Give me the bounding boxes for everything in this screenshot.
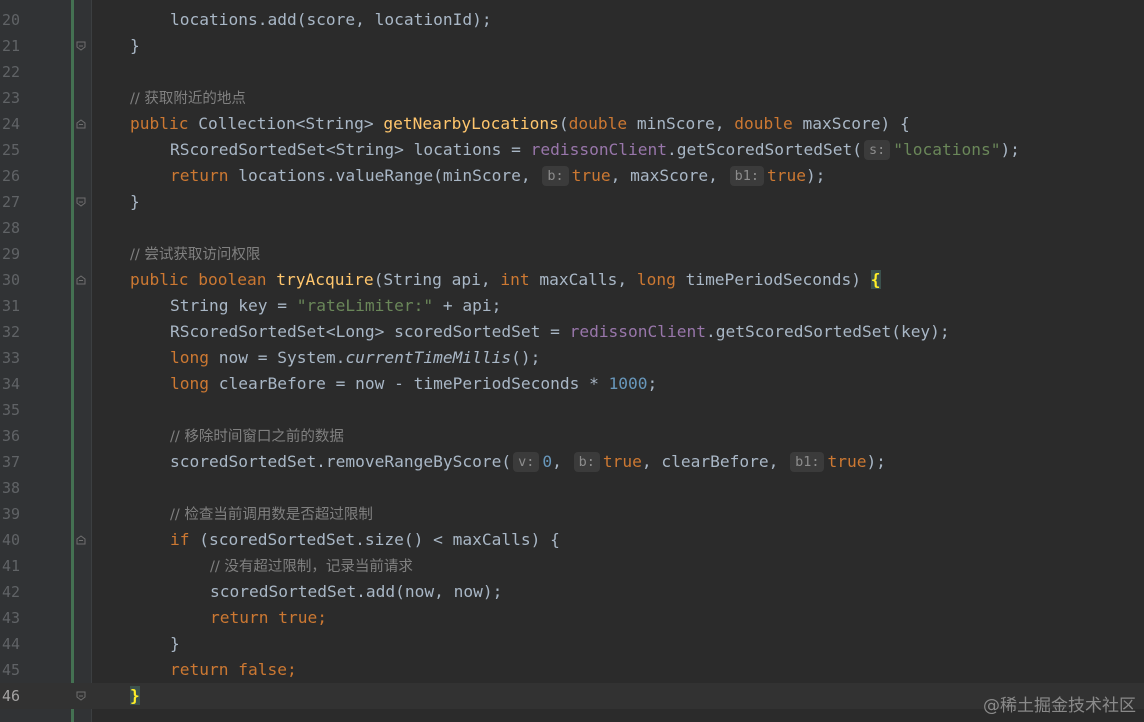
code-line[interactable]: 44 } <box>0 631 1144 657</box>
line-number: 28 <box>1 219 20 237</box>
code-line-current[interactable]: 46 } <box>0 683 1144 709</box>
line-number: 45 <box>1 661 20 679</box>
line-number: 46 <box>1 687 20 705</box>
code-line[interactable]: 26 return locations.valueRange(minScore,… <box>0 163 1144 189</box>
code-comment: // 没有超过限制，记录当前请求 <box>210 559 413 575</box>
line-number: 35 <box>1 401 20 419</box>
code-text: } <box>130 36 140 55</box>
code-comment: // 移除时间窗口之前的数据 <box>170 429 344 445</box>
code-text: long now = System.currentTimeMillis(); <box>170 348 541 367</box>
code-line[interactable]: 24 public Collection<String> getNearbyLo… <box>0 111 1144 137</box>
code-line[interactable]: 27 } <box>0 189 1144 215</box>
line-number: 22 <box>1 63 20 81</box>
line-number: 25 <box>1 141 20 159</box>
code-text: long clearBefore = now - timePeriodSecon… <box>170 374 658 393</box>
line-number: 32 <box>1 323 20 341</box>
code-line[interactable]: 39 // 检查当前调用数是否超过限制 <box>0 501 1144 527</box>
code-text: locations.add(score, locationId); <box>170 10 492 29</box>
code-line[interactable]: 20 locations.add(score, locationId); <box>0 7 1144 33</box>
code-line[interactable]: 42 scoredSortedSet.add(now, now); <box>0 579 1144 605</box>
code-line[interactable]: 37 scoredSortedSet.removeRangeByScore(v:… <box>0 449 1144 475</box>
code-text: public Collection<String> getNearbyLocat… <box>130 114 910 133</box>
code-text: scoredSortedSet.add(now, now); <box>210 582 503 601</box>
line-number: 42 <box>1 583 20 601</box>
line-number: 24 <box>1 115 20 133</box>
code-line[interactable]: 32 RScoredSortedSet<Long> scoredSortedSe… <box>0 319 1144 345</box>
code-line[interactable]: 33 long now = System.currentTimeMillis()… <box>0 345 1144 371</box>
line-number: 33 <box>1 349 20 367</box>
fold-end-icon[interactable] <box>76 691 86 701</box>
code-text: } <box>130 683 140 709</box>
code-line[interactable]: 29 // 尝试获取访问权限 <box>0 241 1144 267</box>
line-number: 36 <box>1 427 20 445</box>
code-text: RScoredSortedSet<Long> scoredSortedSet =… <box>170 322 950 341</box>
code-comment: // 获取附近的地点 <box>130 91 246 107</box>
code-text: scoredSortedSet.removeRangeByScore(v: 0, … <box>170 452 886 472</box>
code-line[interactable]: 30 public boolean tryAcquire(String api,… <box>0 267 1144 293</box>
fold-end-icon[interactable] <box>76 197 86 207</box>
code-text: if (scoredSortedSet.size() < maxCalls) { <box>170 530 560 549</box>
code-text: } <box>130 192 140 211</box>
line-number: 29 <box>1 245 20 263</box>
line-number: 27 <box>1 193 20 211</box>
parameter-hint: b: <box>573 452 600 472</box>
code-line[interactable]: 38 <box>0 475 1144 501</box>
code-text: String key = "rateLimiter:" + api; <box>170 296 502 315</box>
parameter-hint: v: <box>513 452 540 472</box>
code-line[interactable]: 22 <box>0 59 1144 85</box>
line-number: 41 <box>1 557 20 575</box>
line-number: 21 <box>1 37 20 55</box>
code-comment: // 检查当前调用数是否超过限制 <box>170 507 373 523</box>
line-number: 38 <box>1 479 20 497</box>
watermark: @稀土掘金技术社区 <box>983 696 1136 716</box>
code-line[interactable]: 43 return true; <box>0 605 1144 631</box>
code-text: } <box>170 634 180 653</box>
code-text: RScoredSortedSet<String> locations = red… <box>170 140 1020 160</box>
parameter-hint: b1: <box>729 166 764 186</box>
code-line[interactable]: 31 String key = "rateLimiter:" + api; <box>0 293 1144 319</box>
code-line[interactable]: 35 <box>0 397 1144 423</box>
code-text: return false; <box>170 660 297 679</box>
code-line[interactable]: 36 // 移除时间窗口之前的数据 <box>0 423 1144 449</box>
line-number: 30 <box>1 271 20 289</box>
fold-start-icon[interactable] <box>76 275 86 285</box>
code-editor[interactable]: 20 locations.add(score, locationId); 21 … <box>0 0 1144 722</box>
line-number: 26 <box>1 167 20 185</box>
line-number: 43 <box>1 609 20 627</box>
code-text: return locations.valueRange(minScore, b:… <box>170 166 826 186</box>
code-line[interactable]: 23 // 获取附近的地点 <box>0 85 1144 111</box>
line-number: 37 <box>1 453 20 471</box>
matched-brace: } <box>130 686 140 705</box>
code-line[interactable]: 25 RScoredSortedSet<String> locations = … <box>0 137 1144 163</box>
code-line[interactable]: 41 // 没有超过限制，记录当前请求 <box>0 553 1144 579</box>
fold-start-icon[interactable] <box>76 119 86 129</box>
fold-end-icon[interactable] <box>76 41 86 51</box>
line-number: 20 <box>1 11 20 29</box>
code-line[interactable]: 40 if (scoredSortedSet.size() < maxCalls… <box>0 527 1144 553</box>
code-comment: // 尝试获取访问权限 <box>130 247 261 263</box>
code-line[interactable]: 21 } <box>0 33 1144 59</box>
code-text: return true; <box>210 608 327 627</box>
parameter-hint: b: <box>542 166 569 186</box>
code-line[interactable]: 28 <box>0 215 1144 241</box>
parameter-hint: s: <box>863 140 891 160</box>
code-text: public boolean tryAcquire(String api, in… <box>130 270 881 289</box>
code-line[interactable]: 45 return false; <box>0 657 1144 683</box>
line-number: 39 <box>1 505 20 523</box>
line-number: 34 <box>1 375 20 393</box>
code-line[interactable]: 34 long clearBefore = now - timePeriodSe… <box>0 371 1144 397</box>
parameter-hint: b1: <box>790 452 825 472</box>
line-number: 23 <box>1 89 20 107</box>
line-number: 44 <box>1 635 20 653</box>
line-number: 31 <box>1 297 20 315</box>
fold-start-icon[interactable] <box>76 535 86 545</box>
line-number: 40 <box>1 531 20 549</box>
matched-brace: { <box>870 270 881 289</box>
